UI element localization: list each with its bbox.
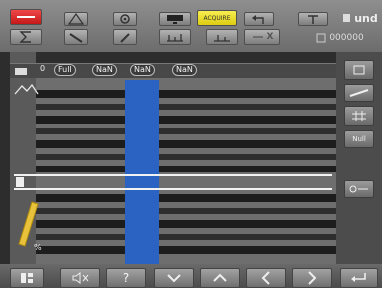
scroll-right-button[interactable]: [292, 268, 332, 288]
svg-text:%: %: [34, 243, 42, 252]
marker-button[interactable]: [298, 12, 328, 26]
gear-icon: [120, 14, 130, 24]
acquire-button[interactable]: ACQUIRE: [197, 10, 237, 26]
chip-nan-2[interactable]: NaN: [130, 64, 155, 76]
unit-icon: [343, 14, 351, 22]
display-icon: [167, 14, 183, 24]
red-status-icon: [17, 16, 35, 18]
zoom-icon: [214, 34, 230, 42]
tool-button[interactable]: [113, 29, 137, 45]
channel-icon: [16, 177, 24, 187]
scroll-left-button[interactable]: [246, 268, 286, 288]
measure-icon: [349, 89, 369, 97]
trace-band: [36, 140, 336, 148]
null-button[interactable]: Null: [344, 130, 374, 148]
chip-label: NaN: [176, 65, 193, 74]
acquire-button-label: ACQUIRE: [203, 14, 231, 22]
warning-button[interactable]: [64, 12, 88, 26]
probe-icon: [69, 32, 83, 43]
export-button[interactable]: [344, 60, 374, 80]
unit-label: und: [354, 11, 378, 25]
chip-nan-1[interactable]: NaN: [92, 64, 117, 76]
help-button[interactable]: ?: [106, 268, 146, 288]
divider-line: [14, 174, 332, 176]
marker-icon: [308, 14, 318, 24]
null-button-label: Null: [352, 135, 366, 143]
sum-icon: [349, 185, 368, 193]
measure-button[interactable]: [344, 84, 374, 102]
ruler-icon: %: [18, 201, 42, 252]
counter-display: 000000: [298, 30, 382, 46]
scale-icon: [167, 33, 183, 42]
unit-display: und: [338, 10, 382, 26]
sigma-button[interactable]: [10, 29, 42, 45]
counter-icon: [316, 33, 326, 43]
chip-full[interactable]: Full: [54, 64, 76, 76]
warning-triangle-icon: [68, 13, 84, 25]
export-icon: [353, 65, 365, 75]
mute-icon: [72, 272, 89, 284]
layout-button[interactable]: [10, 268, 44, 288]
status-red-button[interactable]: [10, 9, 42, 25]
folder-icon: [15, 68, 27, 75]
cursor-x-button[interactable]: X: [244, 29, 280, 45]
cursor-x-icon: [252, 36, 263, 38]
chip-label: Full: [58, 65, 72, 74]
chevron-right-icon: [308, 271, 317, 285]
trace-band: [36, 246, 336, 254]
undo-button[interactable]: [244, 12, 274, 26]
trace-band: [36, 234, 336, 240]
chevron-down-icon: [167, 274, 181, 283]
chevron-up-icon: [213, 273, 227, 282]
settings-button[interactable]: [113, 12, 137, 26]
zoom-button[interactable]: [206, 29, 238, 45]
trace-band: [36, 104, 336, 110]
trace-band: [36, 128, 336, 134]
mountain-icon: [14, 83, 39, 95]
sigma-sum-button[interactable]: [344, 180, 374, 198]
enter-icon: [351, 273, 366, 282]
chip-label: NaN: [134, 65, 151, 74]
mute-button[interactable]: [60, 268, 100, 288]
enter-button[interactable]: [340, 268, 378, 288]
cursor-x-label: X: [266, 32, 274, 42]
display-button[interactable]: [159, 12, 191, 26]
grid-icon: [352, 111, 366, 121]
trace-band: [36, 220, 336, 228]
scroll-down-button[interactable]: [154, 268, 194, 288]
tool-icon: [120, 32, 130, 43]
time-cursor[interactable]: [125, 80, 159, 264]
help-label: ?: [122, 271, 130, 285]
trace-band: [36, 208, 336, 214]
channel-number: 0: [40, 64, 46, 73]
chip-nan-3[interactable]: NaN: [172, 64, 197, 76]
counter-value: 000000: [329, 33, 364, 43]
trace-band: [36, 154, 336, 160]
trace-band: [36, 194, 336, 202]
chevron-left-icon: [261, 271, 270, 285]
sigma-icon: [19, 31, 31, 43]
layout-icon: [21, 273, 33, 283]
undo-icon: [252, 14, 264, 24]
probe-button[interactable]: [64, 29, 88, 45]
trace-band: [36, 90, 336, 98]
trace-display[interactable]: [36, 78, 336, 264]
scroll-up-button[interactable]: [200, 268, 240, 288]
trace-band: [36, 116, 336, 124]
trace-band: [36, 166, 336, 172]
chip-label: NaN: [96, 65, 113, 74]
divider-line: [14, 188, 332, 190]
grid-button[interactable]: [344, 106, 374, 126]
scale-button[interactable]: [159, 29, 191, 45]
